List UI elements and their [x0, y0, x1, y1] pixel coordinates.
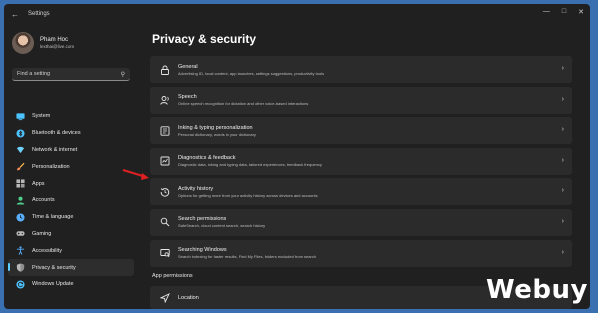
watermark-logo: Webuy	[486, 275, 588, 305]
main-content: Privacy & security General Advertising I…	[150, 24, 584, 309]
card-speech[interactable]: Speech Online speech recognition for dic…	[150, 86, 572, 114]
chevron-right-icon: ›	[561, 65, 564, 72]
window-controls: — □ ✕	[543, 8, 584, 16]
sidebar-item-label: Time & language	[32, 214, 74, 221]
accounts-icon	[16, 196, 25, 205]
card-search-permissions[interactable]: Search permissions SafeSearch, cloud con…	[150, 208, 572, 236]
card-searching-windows[interactable]: Searching Windows Search indexing for fa…	[150, 239, 572, 267]
card-title: Activity history	[178, 185, 214, 192]
card-description: Online speech recognition for dictation …	[178, 101, 309, 107]
user-profile[interactable]: Pham Hoc lexthai@live.com	[12, 32, 74, 54]
inking-icon	[160, 126, 170, 136]
gamepad-icon	[16, 229, 25, 238]
sidebar: Pham Hoc lexthai@live.com ⚲ System Bluet…	[4, 24, 140, 309]
card-description: SafeSearch, cloud content search, search…	[178, 223, 266, 229]
shield-icon	[16, 263, 25, 272]
sidebar-item-bluetooth[interactable]: Bluetooth & devices	[8, 125, 134, 142]
minimize-button[interactable]: —	[543, 8, 550, 16]
chevron-right-icon: ›	[561, 156, 564, 164]
chevron-right-icon: ›	[561, 217, 564, 225]
accessibility-icon	[16, 246, 25, 256]
history-icon	[160, 187, 170, 197]
card-description: Search indexing for faster results, Find…	[178, 254, 317, 260]
card-description: Diagnostic data, inking and typing data,…	[178, 162, 322, 168]
card-title: Diagnostics & feedback	[178, 155, 236, 162]
sidebar-item-time-language[interactable]: Time & language	[8, 209, 134, 226]
red-arrow-annotation	[122, 169, 149, 180]
card-title: Location	[178, 294, 199, 301]
settings-list: General Advertising ID, local content, a…	[150, 56, 572, 270]
sidebar-item-accounts[interactable]: Accounts	[8, 192, 134, 209]
section-label-app-permissions: App permissions	[152, 273, 193, 279]
profile-name: Pham Hoc	[40, 37, 69, 43]
maximize-button[interactable]: □	[562, 8, 566, 16]
card-title: Speech	[178, 94, 197, 101]
sidebar-item-label: Gaming	[32, 230, 52, 237]
diagnostics-icon	[160, 156, 170, 166]
sidebar-item-label: System	[32, 113, 51, 120]
update-icon	[16, 280, 25, 289]
title-bar: ← Settings — □ ✕	[4, 4, 590, 24]
chevron-right-icon: ›	[561, 187, 564, 195]
search-input[interactable]	[17, 71, 121, 77]
bluetooth-icon	[16, 129, 25, 138]
apps-icon	[16, 179, 25, 188]
card-description: Options for getting more from your activ…	[178, 192, 318, 198]
sidebar-nav: System Bluetooth & devices Network & int…	[8, 108, 134, 293]
location-icon	[160, 292, 170, 303]
searching-windows-icon	[160, 248, 170, 258]
speech-icon	[160, 95, 170, 105]
page-title: Privacy & security	[152, 32, 257, 46]
sidebar-item-windows-update[interactable]: Windows Update	[8, 276, 134, 293]
monitor-icon	[16, 112, 25, 121]
sidebar-item-label: Personalization	[32, 163, 70, 170]
card-diagnostics-feedback[interactable]: Diagnostics & feedback Diagnostic data, …	[150, 147, 572, 175]
chevron-right-icon: ›	[561, 126, 564, 134]
close-button[interactable]: ✕	[578, 8, 584, 16]
search-icon[interactable]: ⚲	[121, 71, 125, 78]
sidebar-item-label: Network & internet	[32, 146, 78, 153]
sidebar-item-label: Windows Update	[32, 281, 74, 288]
card-inking-typing[interactable]: Inking & typing personalization Personal…	[150, 117, 572, 145]
card-title: Searching Windows	[178, 247, 227, 254]
sidebar-item-accessibility[interactable]: Accessibility	[8, 242, 134, 259]
profile-email: lexthai@live.com	[40, 44, 75, 49]
sidebar-item-apps[interactable]: Apps	[8, 175, 134, 192]
search-permissions-icon	[160, 217, 170, 227]
sidebar-item-label: Accounts	[32, 197, 55, 204]
chevron-right-icon: ›	[561, 95, 564, 103]
sidebar-item-system[interactable]: System	[8, 108, 134, 125]
sidebar-item-label: Accessibility	[32, 247, 62, 254]
avatar	[12, 32, 34, 54]
card-general[interactable]: General Advertising ID, local content, a…	[150, 56, 572, 83]
brush-icon	[16, 162, 25, 171]
card-title: General	[178, 63, 198, 70]
sidebar-item-label: Apps	[32, 180, 45, 187]
sidebar-item-network[interactable]: Network & internet	[8, 142, 134, 159]
back-button[interactable]: ←	[8, 10, 22, 19]
chevron-right-icon: ›	[561, 248, 564, 256]
card-description: Personal dictionary, words in your dicti…	[178, 131, 256, 137]
sidebar-item-label: Privacy & security	[32, 264, 76, 271]
card-description: Advertising ID, local content, app launc…	[178, 70, 325, 76]
card-activity-history[interactable]: Activity history Options for getting mor…	[150, 178, 572, 206]
window-title: Settings	[28, 11, 50, 17]
lock-icon	[160, 65, 170, 75]
search-box[interactable]: ⚲	[12, 68, 130, 81]
clock-icon	[16, 213, 25, 222]
sidebar-item-privacy-security[interactable]: Privacy & security	[8, 259, 134, 276]
sidebar-item-gaming[interactable]: Gaming	[8, 226, 134, 243]
settings-window: ← Settings — □ ✕ Pham Hoc lexthai@live.c…	[4, 4, 590, 309]
network-icon	[16, 145, 25, 154]
card-title: Search permissions	[178, 216, 227, 223]
sidebar-item-label: Bluetooth & devices	[32, 130, 81, 137]
sidebar-item-personalization[interactable]: Personalization	[8, 158, 134, 175]
card-title: Inking & typing personalization	[178, 124, 253, 131]
